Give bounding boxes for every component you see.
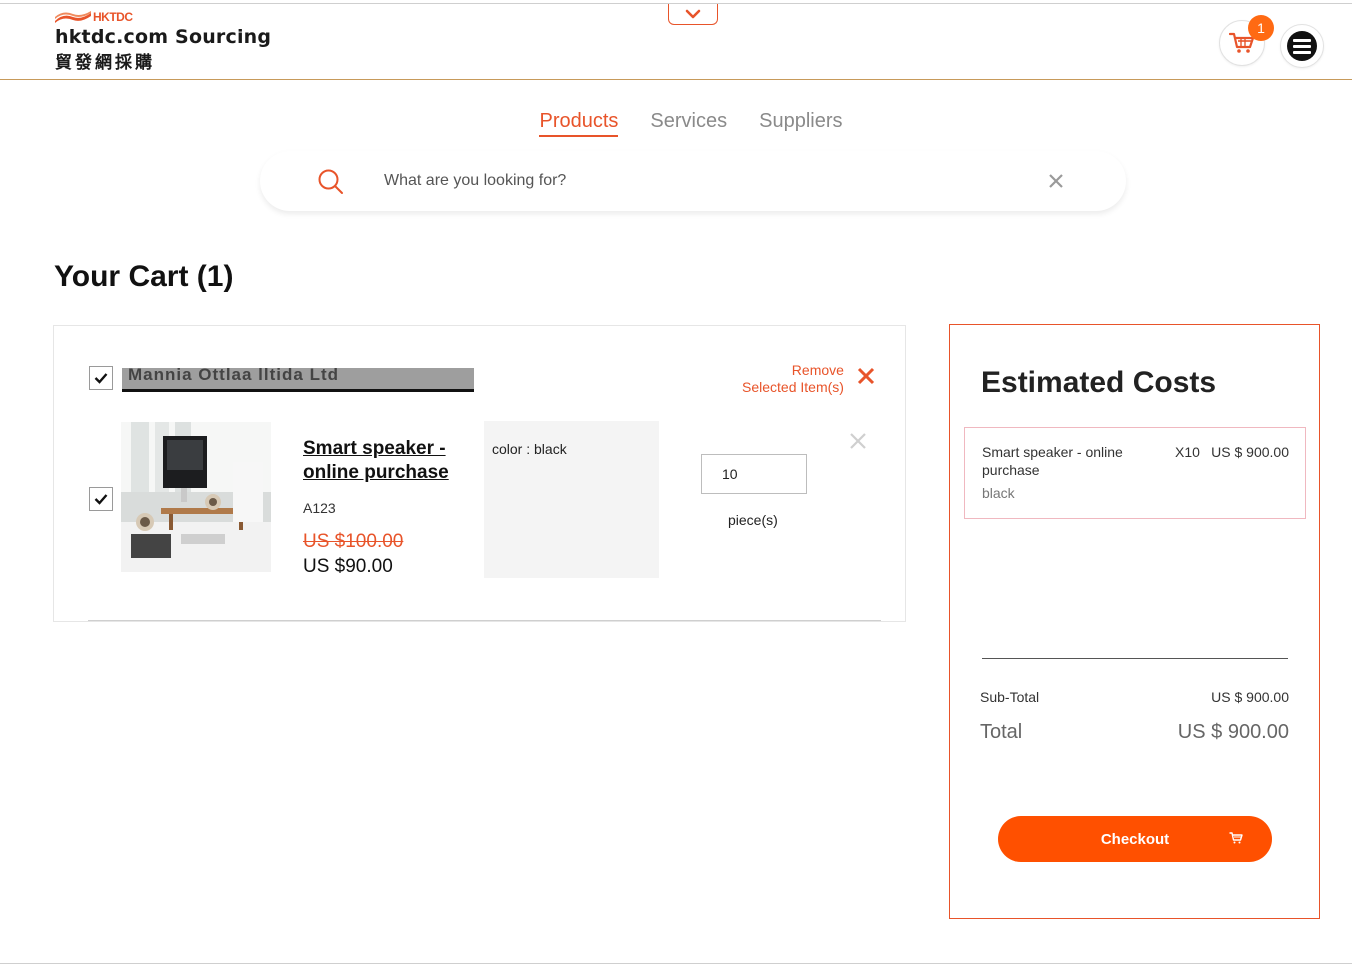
divider [88,620,881,621]
checkout-button[interactable]: Checkout [998,816,1272,862]
search-bar [260,151,1126,211]
supplier-checkbox[interactable] [89,366,113,390]
total-label: Total [980,721,1023,743]
variant-text: color : black [492,441,567,457]
product-photo [121,422,271,572]
product-name-link[interactable]: Smart speaker - online purchase [303,437,473,485]
quantity-input[interactable] [701,454,807,494]
divider [982,658,1288,659]
logo-brand-name-chinese: 貿發網採購 [55,53,155,73]
check-icon [94,373,108,384]
tab-products[interactable]: Products [539,110,619,137]
page-title: Your Cart (1) [54,260,234,293]
site-logo[interactable]: HKTDC hktdc.com Sourcing 貿發網採購 [55,10,271,73]
estimated-item-name: Smart speaker - online purchase [982,444,1123,478]
product-code: A123 [303,500,336,516]
estimated-item-variant: black [982,485,1015,501]
quantity-unit: piece(s) [728,512,778,528]
logo-small-text: HKTDC [93,10,133,24]
site-header: HKTDC hktdc.com Sourcing 貿發網採購 1 [0,4,1352,80]
check-icon [94,494,108,505]
hktdc-logo-icon [55,11,91,23]
product-image[interactable] [121,422,271,572]
cart-count-badge: 1 [1248,15,1274,41]
estimated-line-item: Smart speaker - online purchase X10 US $… [964,427,1306,519]
header-dropdown-toggle[interactable] [668,4,718,25]
estimated-item-quantity: X10 [1175,444,1200,460]
menu-button[interactable] [1280,24,1324,68]
shopping-cart-icon [1229,832,1243,844]
cart-items-panel: Mannia Ottlaa lltida Ltd Remove Selected… [53,325,906,622]
subtotal-value: US $ 900.00 [1211,689,1289,705]
item-checkbox[interactable] [89,487,113,511]
supplier-name-redacted[interactable]: Mannia Ottlaa lltida Ltd [122,368,474,392]
close-icon[interactable] [849,432,867,450]
chevron-down-icon [685,9,701,19]
search-input[interactable] [384,169,1024,193]
close-icon[interactable] [1046,171,1066,191]
estimated-costs-title: Estimated Costs [981,366,1217,399]
tab-services[interactable]: Services [650,110,727,137]
remove-selected-label-line2: Selected Item(s) [742,379,844,395]
remove-selected-button[interactable]: Remove Selected Item(s) [742,362,844,396]
hamburger-menu-icon [1287,31,1317,61]
total-value: US $ 900.00 [1177,721,1289,743]
close-icon[interactable] [856,366,876,386]
search-category-tabs: Products Services Suppliers [0,110,1352,137]
tab-suppliers[interactable]: Suppliers [759,110,842,137]
search-icon[interactable] [317,168,345,196]
remove-selected-label-line1: Remove [791,362,844,378]
estimated-costs-panel: Estimated Costs Smart speaker - online p… [949,324,1320,919]
price-original: US $100.00 [303,531,404,552]
subtotal-label: Sub-Total [980,689,1040,705]
price-current: US $90.00 [303,556,393,577]
logo-brand-name: hktdc.com Sourcing [55,26,272,48]
variant-box: color : black [484,421,659,578]
estimated-item-price: US $ 900.00 [1211,444,1289,460]
